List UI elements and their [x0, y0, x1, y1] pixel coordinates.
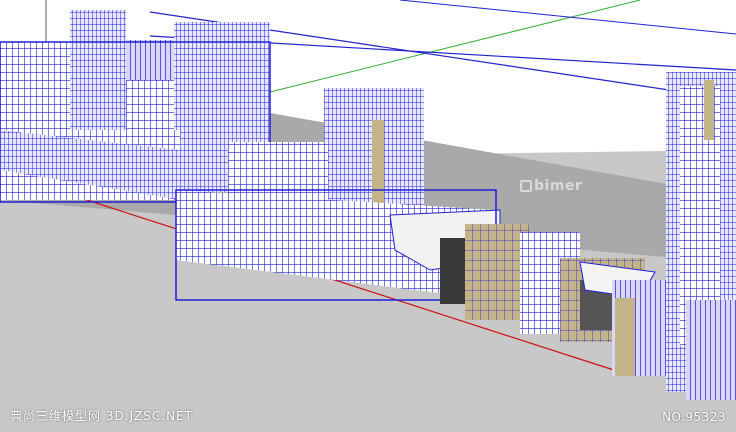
model-scene[interactable] [0, 0, 736, 432]
site-watermark: 典尚三维模型网 3D.JZSC.NET [10, 409, 193, 423]
logo-watermark-text: bimer [534, 178, 583, 194]
logo-watermark: bimer [520, 178, 582, 194]
3d-viewport[interactable]: bimer 典尚三维模型网 3D.JZSC.NET NO.95323 [0, 0, 736, 432]
right-tower-group [666, 72, 736, 400]
logo-mark-icon [520, 180, 532, 192]
model-number: NO.95323 [662, 410, 726, 424]
